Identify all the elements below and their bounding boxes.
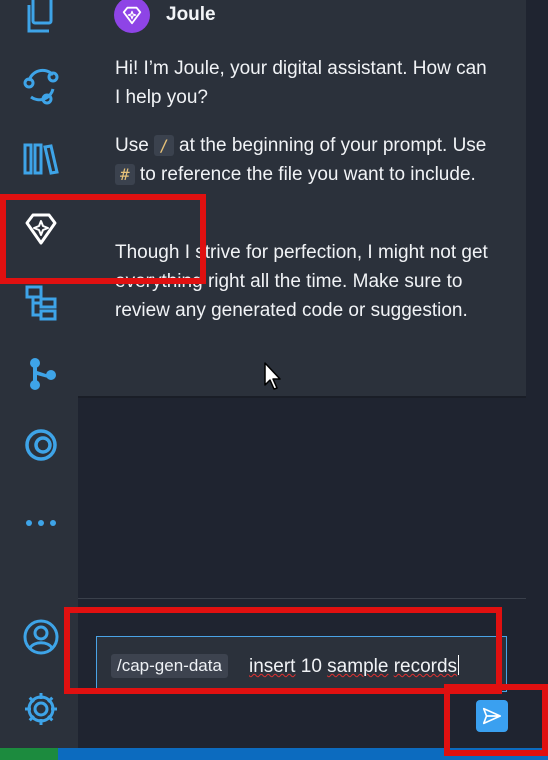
usage-text: to reference the file you want to includ… — [139, 164, 476, 185]
joule-avatar-icon — [122, 6, 142, 25]
scrollbar[interactable] — [526, 0, 548, 748]
divider — [78, 598, 526, 599]
divider — [78, 396, 526, 398]
usage-text: at the beginning of your prompt. — [179, 135, 448, 156]
assistant-name: Joule — [166, 4, 216, 25]
slash-code: / — [154, 135, 174, 156]
hierarchy-tree-icon[interactable] — [16, 278, 66, 328]
settings-gear-icon[interactable] — [16, 684, 66, 734]
more-icon[interactable] — [16, 492, 66, 542]
files-icon[interactable] — [16, 0, 66, 40]
copilot-at-icon[interactable] — [16, 420, 66, 470]
highlight-box — [64, 607, 502, 694]
usage-text: Use — [452, 135, 487, 156]
git-branch-icon[interactable] — [16, 348, 66, 398]
account-icon[interactable] — [16, 612, 66, 662]
joule-avatar — [114, 0, 150, 33]
greeting-message: Hi! I’m Joule, your digital assistant. H… — [115, 58, 487, 108]
hash-code: # — [115, 164, 135, 185]
usage-message: Use / at the beginning of your prompt. U… — [115, 131, 490, 189]
usage-text: Use — [115, 135, 149, 156]
mouse-pointer-icon — [264, 362, 281, 390]
highlight-box — [444, 684, 548, 756]
library-icon[interactable] — [16, 134, 66, 184]
source-graph-icon[interactable] — [16, 60, 66, 110]
highlight-box — [0, 194, 206, 284]
status-remote-indicator[interactable] — [0, 748, 58, 760]
